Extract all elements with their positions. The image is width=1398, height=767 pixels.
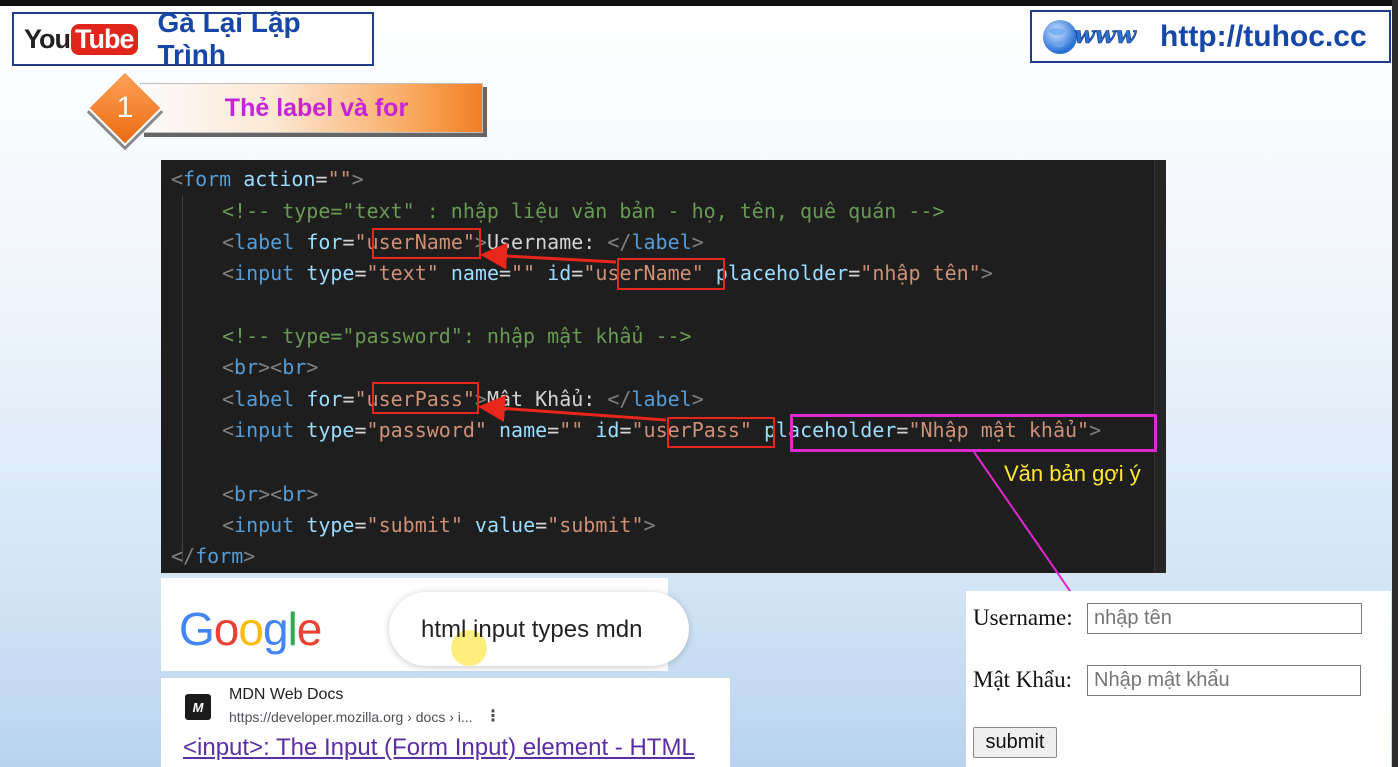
code-line: <form action=""> xyxy=(171,167,364,191)
password-input[interactable] xyxy=(1087,665,1361,696)
username-input[interactable] xyxy=(1087,603,1362,634)
google-logo: Google xyxy=(179,603,322,655)
youtube-channel-banner: You Tube Gà Lại Lập Trình xyxy=(12,7,374,70)
code-line: <!-- type="password": nhập mật khẩu --> xyxy=(222,324,692,348)
placeholder-hint-text: Văn bản gợi ý xyxy=(1004,461,1141,486)
step-number: 1 xyxy=(116,91,134,124)
step-title-bar: Thẻ label và for xyxy=(140,83,483,133)
highlight-input-id-username xyxy=(617,258,725,290)
code-line: <input type="text" name="" id="userName"… xyxy=(222,261,993,285)
code-line: <input type="submit" value="submit"> xyxy=(222,513,656,537)
result-url[interactable]: https://developer.mozilla.org › docs › i… xyxy=(229,709,473,725)
globe-www-icon: www xyxy=(1043,19,1138,54)
username-label: Username: xyxy=(973,605,1073,630)
top-edge xyxy=(0,0,1398,6)
highlight-label-for-username xyxy=(372,228,481,259)
form-preview: Username: Mật Khẩu: submit xyxy=(966,591,1391,767)
code-line: <!-- type="text" : nhập liệu văn bản - h… xyxy=(222,199,945,223)
mdn-favicon: M xyxy=(185,694,211,720)
result-title-link[interactable]: <input>: The Input (Form Input) element … xyxy=(183,734,695,762)
highlight-input-id-password xyxy=(667,417,775,448)
indent-guide xyxy=(182,196,183,563)
google-search-panel: Google html input types mdn xyxy=(161,578,689,671)
code-line: <br><br> xyxy=(222,355,319,379)
site-banner: www http://tuhoc.cc xyxy=(1030,10,1391,63)
youtube-logo-you: You xyxy=(24,23,71,54)
channel-name: Gà Lại Lập Trình xyxy=(157,7,301,70)
right-edge xyxy=(1392,0,1398,767)
code-line: <br><br> xyxy=(222,482,319,506)
password-label: Mật Khẩu: xyxy=(973,667,1073,692)
more-options-icon[interactable]: ⋮ xyxy=(485,706,501,725)
step-title: Thẻ label và for xyxy=(224,93,409,122)
highlight-label-for-password xyxy=(372,382,479,414)
result-site-name: MDN Web Docs xyxy=(229,686,344,703)
code-editor: <form action=""> <!-- type="text" : nhập… xyxy=(161,160,1166,573)
search-result-panel: M MDN Web Docs https://developer.mozilla… xyxy=(161,678,730,767)
svg-text:www: www xyxy=(1074,20,1137,49)
google-search-query[interactable]: html input types mdn xyxy=(421,616,642,644)
site-url: http://tuhoc.cc xyxy=(1160,19,1367,53)
youtube-logo-tube: Tube xyxy=(71,23,138,55)
code-scrollbar[interactable] xyxy=(1154,160,1166,573)
highlight-placeholder-attribute xyxy=(790,414,1157,452)
code-line: </form> xyxy=(171,544,256,568)
submit-button[interactable]: submit xyxy=(973,727,1057,758)
